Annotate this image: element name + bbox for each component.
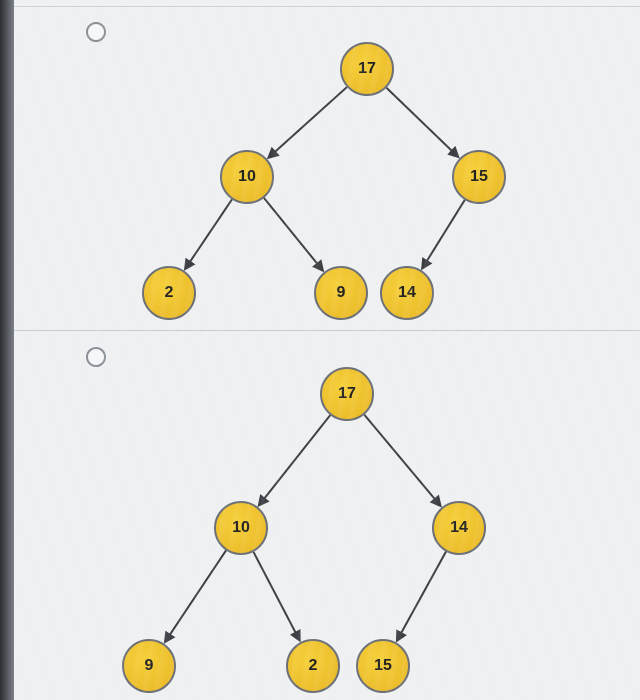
tree-node-value: 14 — [398, 284, 416, 302]
tree-node-value: 9 — [337, 284, 346, 302]
paper-surface: 17 10 15 2 9 14 17 10 14 9 2 15 — [14, 0, 640, 700]
option-panel-2: 17 10 14 9 2 15 — [14, 331, 640, 700]
tree-node: 2 — [286, 639, 340, 693]
tree-edge — [259, 415, 330, 505]
tree-edge — [386, 88, 458, 157]
tree-node: 15 — [452, 150, 506, 204]
screen-edge — [0, 0, 14, 700]
tree-node: 2 — [142, 266, 196, 320]
tree-diagram-1: 17 10 15 2 9 14 — [14, 6, 640, 330]
tree-edge — [264, 198, 323, 270]
tree-node-value: 17 — [338, 385, 356, 403]
tree-edge — [185, 199, 232, 269]
tree-edge — [364, 415, 440, 506]
tree-node-value: 9 — [145, 657, 154, 675]
tree-node: 9 — [314, 266, 368, 320]
tree-node-value: 15 — [374, 657, 392, 675]
tree-edge — [422, 200, 464, 268]
tree-edge — [253, 552, 299, 640]
tree-diagram-2: 17 10 14 9 2 15 — [14, 331, 640, 700]
tree-node-value: 10 — [232, 519, 250, 537]
tree-node: 10 — [214, 501, 268, 555]
tree-edge — [165, 550, 226, 641]
tree-node: 10 — [220, 150, 274, 204]
tree-node: 9 — [122, 639, 176, 693]
page: 17 10 15 2 9 14 17 10 14 9 2 15 — [0, 0, 640, 700]
tree-node: 14 — [380, 266, 434, 320]
tree-node: 17 — [340, 42, 394, 96]
tree-node-value: 17 — [358, 60, 376, 78]
tree-edge — [269, 87, 347, 158]
tree-node-value: 15 — [470, 168, 488, 186]
tree-edge — [397, 552, 446, 641]
tree-node-value: 10 — [238, 168, 256, 186]
tree-node: 15 — [356, 639, 410, 693]
tree-node-value: 2 — [309, 657, 318, 675]
tree-node: 14 — [432, 501, 486, 555]
tree-node: 17 — [320, 367, 374, 421]
option-panel-1: 17 10 15 2 9 14 — [14, 6, 640, 330]
tree-node-value: 2 — [165, 284, 174, 302]
tree-node-value: 14 — [450, 519, 468, 537]
